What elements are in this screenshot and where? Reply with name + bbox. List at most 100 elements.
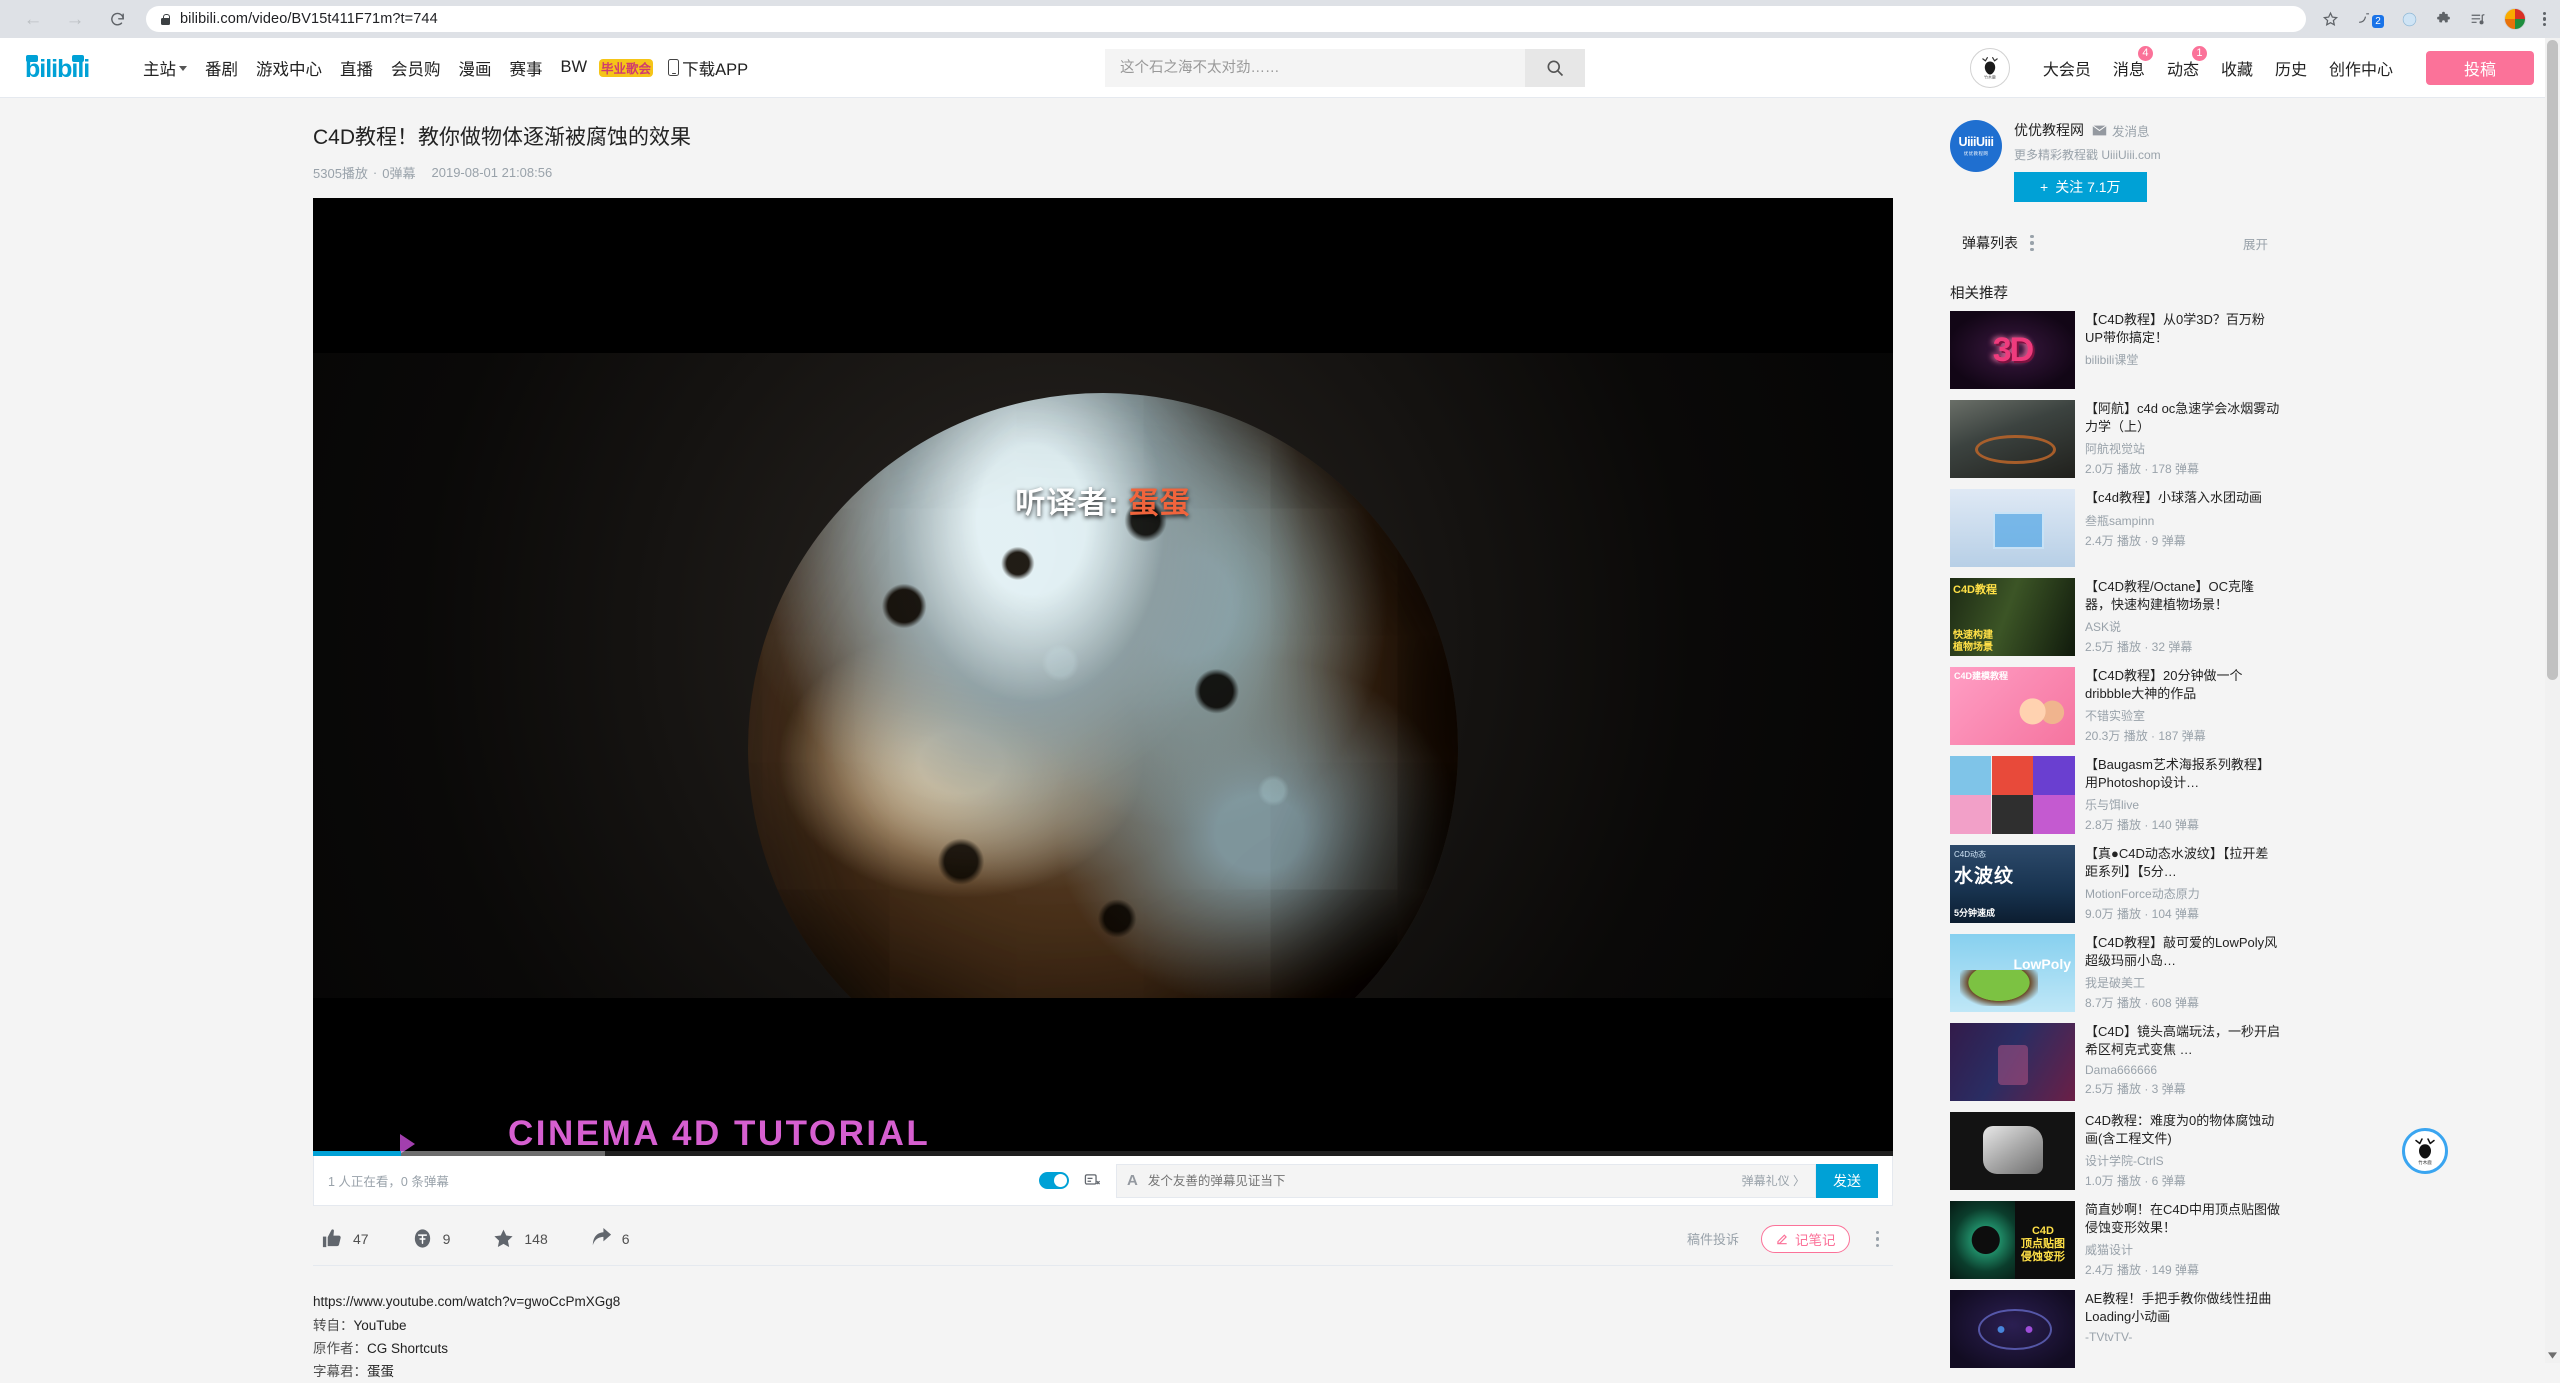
danmaku-list-expand[interactable]: 展开 <box>2243 234 2268 253</box>
header-link-messages[interactable]: 消息 4 <box>2102 44 2156 80</box>
video-thumbnail[interactable] <box>1950 400 2075 478</box>
list-item[interactable]: LowPoly 【C4D教程】敲可爱的LowPoly风超级玛丽小岛… 我是破美工 8.… <box>1950 934 2280 1012</box>
scrollbar-thumb[interactable] <box>2547 40 2558 680</box>
nav-item-0[interactable]: 主站 <box>134 56 196 80</box>
nav-item-5[interactable]: 漫画 <box>450 56 501 80</box>
header-link-creator-center[interactable]: 创作中心 <box>2318 56 2404 80</box>
uploader-name[interactable]: 优优教程网 <box>2014 120 2084 140</box>
recommend-item-uploader[interactable]: 叁瓶sampinn <box>2085 512 2280 529</box>
video-thumbnail[interactable]: C4D教程 快速构建 植物场景 <box>1950 578 2075 656</box>
floating-avatar-widget[interactable]: 竹木鹿 <box>2402 1128 2448 1174</box>
translate-icon[interactable]: 2 <box>2356 11 2384 28</box>
recommend-item-title[interactable]: 简直妙啊！在C4D中用顶点贴图做侵蚀变形效果！ <box>2085 1201 2280 1236</box>
recommend-item-title[interactable]: 【c4d教程】小球落入水团动画 <box>2085 489 2280 507</box>
star-icon[interactable] <box>2322 11 2339 28</box>
header-link-dynamic[interactable]: 动态 1 <box>2156 44 2210 80</box>
recommend-item-uploader[interactable]: 乐与饵live <box>2085 796 2280 813</box>
download-app-link[interactable]: 下载APP <box>659 56 757 80</box>
favorite-button[interactable]: 148 <box>492 1227 548 1250</box>
list-item[interactable]: 【阿航】c4d oc急速学会冰烟雾动力学（上） 阿航视觉站 2.0万 播放 · 17… <box>1950 400 2280 478</box>
page-scrollbar[interactable] <box>2545 38 2560 1363</box>
danmaku-toggle-icon[interactable] <box>1039 1172 1069 1190</box>
recommend-item-title[interactable]: 【C4D教程/Octane】OC克隆器，快速构建植物场景！ <box>2085 578 2280 613</box>
progress-bar[interactable] <box>313 1151 1893 1157</box>
header-link-favorites[interactable]: 收藏 <box>2210 56 2264 80</box>
scroll-down-arrow-icon[interactable] <box>2545 1348 2560 1363</box>
danmaku-input[interactable] <box>1145 1172 1742 1189</box>
list-item[interactable]: 【Baugasm艺术海报系列教程】用Photoshop设计… 乐与饵live 2.8… <box>1950 756 2280 834</box>
video-thumbnail[interactable]: C4D 顶点贴图 侵蚀变形 <box>1950 1201 2075 1279</box>
nav-item-4[interactable]: 会员购 <box>382 56 450 80</box>
recommend-item-uploader[interactable]: ASK说 <box>2085 618 2280 635</box>
recommend-item-title[interactable]: 【Baugasm艺术海报系列教程】用Photoshop设计… <box>2085 756 2280 791</box>
recommend-item-title[interactable]: 【真●C4D动态水波纹】【拉开差距系列】【5分… <box>2085 845 2280 880</box>
address-bar[interactable]: bilibili.com/video/BV15t411F71m?t=744 <box>146 6 2307 32</box>
video-thumbnail[interactable] <box>1950 1112 2075 1190</box>
avatar[interactable]: 竹木鹿 <box>1969 47 2010 88</box>
recommend-item-uploader[interactable]: 我是破美工 <box>2085 974 2280 991</box>
promo-badge-icon[interactable]: 毕业歌会 <box>599 57 654 79</box>
list-item[interactable]: 【c4d教程】小球落入水团动画 叁瓶sampinn 2.4万 播放 · 9 弹幕 <box>1950 489 2280 567</box>
nav-item-7[interactable]: BW <box>552 58 597 77</box>
recommend-item-uploader[interactable]: 阿航视觉站 <box>2085 440 2280 457</box>
video-thumbnail[interactable] <box>1950 756 2075 834</box>
video-thumbnail[interactable] <box>1950 489 2075 567</box>
video-thumbnail[interactable]: LowPoly <box>1950 934 2075 1012</box>
recommend-item-uploader[interactable]: 威猫设计 <box>2085 1241 2280 1258</box>
danmaku-style-icon[interactable] <box>1082 1172 1102 1190</box>
video-thumbnail[interactable]: 3D <box>1950 311 2075 389</box>
nav-item-6[interactable]: 赛事 <box>501 56 552 80</box>
video-thumbnail[interactable]: C4D建模教程 <box>1950 667 2075 745</box>
recommend-item-title[interactable]: 【阿航】c4d oc急速学会冰烟雾动力学（上） <box>2085 400 2280 435</box>
recommend-item-uploader[interactable]: bilibili课堂 <box>2085 351 2280 368</box>
list-item[interactable]: 【C4D】镜头高端玩法，一秒开启希区柯克式变焦 … Dama666666 2.5万 … <box>1950 1023 2280 1101</box>
recommend-item-title[interactable]: AE教程！手把手教你做线性扭曲Loading小动画 <box>2085 1290 2280 1325</box>
forward-arrow-icon[interactable]: → <box>62 6 88 32</box>
recommend-item-title[interactable]: 【C4D教程】从0学3D？百万粉UP带你搞定！ <box>2085 311 2280 346</box>
report-link[interactable]: 稿件投诉 <box>1687 1229 1739 1248</box>
list-item[interactable]: C4D建模教程 【C4D教程】20分钟做一个dribbble大神的作品 不错实验室 2… <box>1950 667 2280 745</box>
nav-item-2[interactable]: 游戏中心 <box>247 56 331 80</box>
search-input[interactable] <box>1105 48 1525 87</box>
recommend-item-uploader[interactable]: MotionForce动态原力 <box>2085 885 2280 902</box>
list-item[interactable]: C4D 顶点贴图 侵蚀变形 简直妙啊！在C4D中用顶点贴图做侵蚀变形效果！ 威猫设计… <box>1950 1201 2280 1279</box>
like-button[interactable]: 47 <box>321 1227 369 1250</box>
extension-globe-icon[interactable] <box>2401 11 2418 28</box>
recommend-item-title[interactable]: 【C4D教程】20分钟做一个dribbble大神的作品 <box>2085 667 2280 702</box>
recommend-item-uploader[interactable]: -TVtvTV- <box>2085 1330 2280 1344</box>
recommend-item-uploader[interactable]: Dama666666 <box>2085 1063 2280 1077</box>
list-item[interactable]: 3D 【C4D教程】从0学3D？百万粉UP带你搞定！ bilibili课堂 <box>1950 311 2280 389</box>
list-item[interactable]: AE教程！手把手教你做线性扭曲Loading小动画 -TVtvTV- <box>1950 1290 2280 1368</box>
upload-button[interactable]: 投稿 <box>2426 50 2534 85</box>
nav-item-3[interactable]: 直播 <box>331 56 382 80</box>
recommend-item-title[interactable]: 【C4D】镜头高端玩法，一秒开启希区柯克式变焦 … <box>2085 1023 2280 1058</box>
recommend-item-uploader[interactable]: 设计学院-CtrlS <box>2085 1152 2280 1169</box>
danmaku-etiquette-link[interactable]: 弹幕礼仪 〉 <box>1742 1172 1805 1189</box>
search-button[interactable] <box>1525 48 1585 87</box>
danmaku-input-wrap[interactable]: A 弹幕礼仪 〉 <box>1116 1163 1816 1198</box>
danmaku-list-menu-icon[interactable] <box>2026 231 2038 256</box>
bilibili-logo[interactable]: bilibili <box>25 51 118 85</box>
chrome-profile-avatar[interactable] <box>2503 8 2526 30</box>
nav-item-1[interactable]: 番剧 <box>196 56 247 80</box>
video-player[interactable]: 听译者: 蛋蛋 CINEMA 4D TUTORIAL DECAYING EFFE… <box>313 198 1893 1157</box>
recommend-item-title[interactable]: 【C4D教程】敲可爱的LowPoly风超级玛丽小岛… <box>2085 934 2280 969</box>
send-danmaku-button[interactable]: 发送 <box>1816 1163 1878 1198</box>
send-message-button[interactable]: 发消息 <box>2092 121 2150 140</box>
header-link-vip[interactable]: 大会员 <box>2032 56 2102 80</box>
uploader-avatar[interactable]: UiiiUiii 优优教程网 <box>1950 120 2002 172</box>
puzzle-extension-icon[interactable] <box>2435 11 2452 28</box>
header-link-history[interactable]: 历史 <box>2264 56 2318 80</box>
follow-button[interactable]: + 关注 7.1万 <box>2014 172 2147 202</box>
kebab-menu-icon[interactable] <box>2542 11 2546 27</box>
take-note-button[interactable]: 记笔记 <box>1761 1224 1850 1253</box>
share-button[interactable]: 6 <box>590 1227 630 1250</box>
list-item[interactable]: C4D教程：难度为0的物体腐蚀动画(含工程文件) 设计学院-CtrlS 1.0万 播… <box>1950 1112 2280 1190</box>
recommend-item-title[interactable]: C4D教程：难度为0的物体腐蚀动画(含工程文件) <box>2085 1112 2280 1147</box>
video-thumbnail[interactable]: C4D动态 水波纹 5分钟速成 <box>1950 845 2075 923</box>
media-playlist-icon[interactable] <box>2469 11 2487 28</box>
list-item[interactable]: C4D动态 水波纹 5分钟速成 【真●C4D动态水波纹】【拉开差距系列】【5分… Mot… <box>1950 845 2280 923</box>
coin-button[interactable]: 9 <box>411 1227 450 1250</box>
reload-icon[interactable] <box>104 6 130 32</box>
recommend-item-uploader[interactable]: 不错实验室 <box>2085 707 2280 724</box>
